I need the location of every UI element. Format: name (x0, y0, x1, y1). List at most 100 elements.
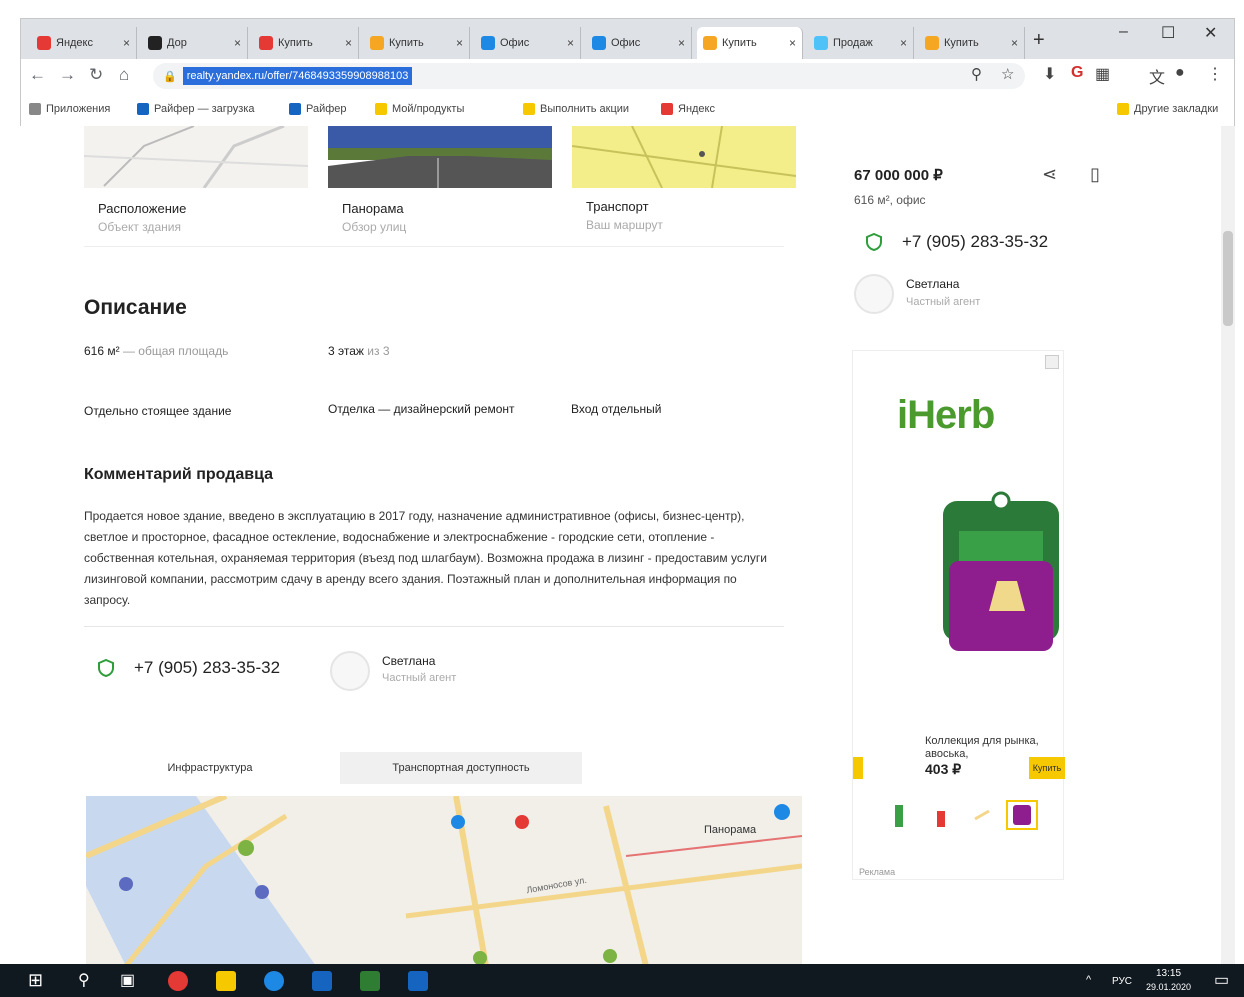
bookmark-icon[interactable]: ▯ (1090, 164, 1100, 185)
sidebar-phone[interactable]: +7 (905) 283-35-32 (866, 232, 1048, 252)
task-view-icon[interactable]: ▣ (120, 970, 135, 990)
phone-number: +7 (905) 283-35-32 (902, 232, 1049, 251)
ad-prev-button[interactable] (853, 757, 863, 779)
extension-icon[interactable]: G (1071, 64, 1083, 82)
avatar (330, 651, 370, 691)
tab-close-icon[interactable]: × (234, 36, 241, 50)
scrollbar-thumb[interactable] (1223, 231, 1233, 326)
browser-tab[interactable]: Продаж × (808, 27, 914, 59)
search-icon[interactable]: ⚲ (78, 970, 90, 990)
bookmark-item[interactable]: Выполнить акции (523, 103, 629, 115)
home-icon[interactable]: ⌂ (119, 65, 129, 85)
minimize-button[interactable]: – (1119, 23, 1128, 41)
tab-favicon-icon (925, 36, 939, 50)
browser-tab[interactable]: Офис × (475, 27, 581, 59)
bookmark-item[interactable]: Яндекс (661, 103, 715, 115)
tab-label: Офис (500, 37, 530, 49)
clock-date[interactable]: 29.01.2020 (1146, 982, 1191, 992)
comment-title: Комментарий продавца (84, 466, 274, 483)
bookmark-label: Другие закладки (1134, 103, 1219, 115)
excel-icon[interactable] (360, 971, 380, 991)
search-icon[interactable]: ⚲ (971, 65, 982, 83)
map[interactable]: Панорама Ломоносов ул. (86, 796, 802, 964)
close-window-button[interactable]: ✕ (1204, 23, 1217, 43)
ad-banner[interactable]: iHerb Коллекция для рынка, авоська, 403 … (852, 350, 1065, 880)
tab-close-icon[interactable]: × (345, 36, 352, 50)
tab-close-icon[interactable]: × (123, 36, 130, 50)
transport-thumbnail[interactable] (572, 126, 796, 188)
bookmark-item[interactable]: Мой/продукты (375, 103, 464, 115)
panorama-thumbnail[interactable] (328, 126, 552, 188)
new-tab-button[interactable]: + (1033, 29, 1045, 52)
extension-icon[interactable]: ⬇ (1043, 64, 1056, 84)
tab-label: Продаж (833, 37, 873, 49)
bookmark-other[interactable]: Другие закладки (1117, 103, 1218, 115)
map-thumbnail[interactable] (84, 126, 308, 188)
browser-tab[interactable]: Дор × (142, 27, 248, 59)
browser-tab[interactable]: Купить × (364, 27, 470, 59)
tab-infrastructure[interactable]: Инфраструктура (116, 752, 304, 784)
language-indicator[interactable]: РУС (1112, 976, 1132, 987)
extension-icon[interactable]: ▦ (1095, 64, 1110, 84)
back-icon[interactable]: ← (29, 65, 46, 85)
address-bar[interactable]: 🔒 realty.yandex.ru/offer/746849335990898… (153, 63, 1025, 89)
tab-transport[interactable]: Транспортная доступность (340, 752, 582, 784)
windows-start-icon[interactable]: ⊞ (28, 970, 43, 991)
outlook-icon[interactable] (312, 971, 332, 991)
tab-close-icon[interactable]: × (789, 36, 796, 50)
tab-label: Купить (944, 37, 979, 49)
tab-close-icon[interactable]: × (1011, 36, 1018, 50)
area-value: 616 м² (84, 344, 120, 358)
browser-tab[interactable]: Купить × (253, 27, 359, 59)
bookmark-item[interactable]: Райфер — загрузка (137, 103, 255, 115)
profile-icon[interactable]: ● (1175, 64, 1185, 82)
menu-icon[interactable]: ⋮ (1207, 64, 1223, 84)
scrollbar[interactable] (1221, 126, 1235, 964)
translate-icon[interactable]: 文 (1149, 64, 1165, 88)
tab-close-icon[interactable]: × (567, 36, 574, 50)
tab-close-icon[interactable]: × (456, 36, 463, 50)
shield-icon (866, 233, 882, 251)
tab-label: Купить (278, 37, 313, 49)
share-icon[interactable]: ⋖ (1042, 164, 1057, 185)
tab-favicon-icon (259, 36, 273, 50)
url-text[interactable]: realty.yandex.ru/offer/74684933599089881… (182, 67, 413, 85)
tab-label: Купить (389, 37, 424, 49)
ad-close-icon[interactable] (1045, 355, 1059, 369)
reload-icon[interactable]: ↻ (89, 65, 103, 85)
clock-time[interactable]: 13:15 (1156, 968, 1181, 979)
prop-finish: Отделка — дизайнерский ремонт (328, 402, 515, 416)
lock-icon: 🔒 (163, 70, 177, 83)
chrome-icon[interactable] (168, 971, 188, 991)
shield-icon (98, 659, 114, 677)
transport-thumbnail-image (572, 126, 796, 188)
maximize-button[interactable]: ☐ (1161, 23, 1175, 43)
thumb-label-transport: Транспорт (586, 199, 649, 214)
floor-label: из 3 (367, 344, 390, 358)
skype-icon[interactable] (264, 971, 284, 991)
browser-tab[interactable]: Яндекс × (31, 27, 137, 59)
forward-icon[interactable]: → (59, 65, 76, 85)
thumb-sub-location: Объект здания (98, 220, 181, 234)
bookmark-star-icon[interactable]: ☆ (1001, 65, 1014, 83)
prop-building: Отдельно стоящее здание (84, 404, 232, 418)
file-explorer-icon[interactable] (216, 971, 236, 991)
bookmark-apps[interactable]: Приложения (29, 103, 110, 115)
bookmark-icon (137, 103, 149, 115)
ad-buy-button[interactable]: Купить (1029, 757, 1065, 779)
tab-favicon-icon (370, 36, 384, 50)
word-icon[interactable] (408, 971, 428, 991)
apps-icon (29, 103, 41, 115)
description-title: Описание (84, 296, 187, 319)
tab-close-icon[interactable]: × (900, 36, 907, 50)
browser-tab[interactable]: Офис × (586, 27, 692, 59)
tab-close-icon[interactable]: × (678, 36, 685, 50)
notifications-icon[interactable]: ▭ (1214, 970, 1229, 990)
browser-tab[interactable]: Купить × (919, 27, 1025, 59)
bookmark-item[interactable]: Райфер (289, 103, 347, 115)
browser-tab[interactable]: Купить × (697, 27, 803, 59)
divider (84, 246, 784, 247)
contact-phone[interactable]: +7 (905) 283-35-32 (98, 658, 280, 678)
browser-window: Яндекс × Дор × Купить × Купить × Офис × Офис × Купит… (20, 18, 1235, 127)
tray-arrow-icon[interactable]: ^ (1086, 974, 1091, 986)
